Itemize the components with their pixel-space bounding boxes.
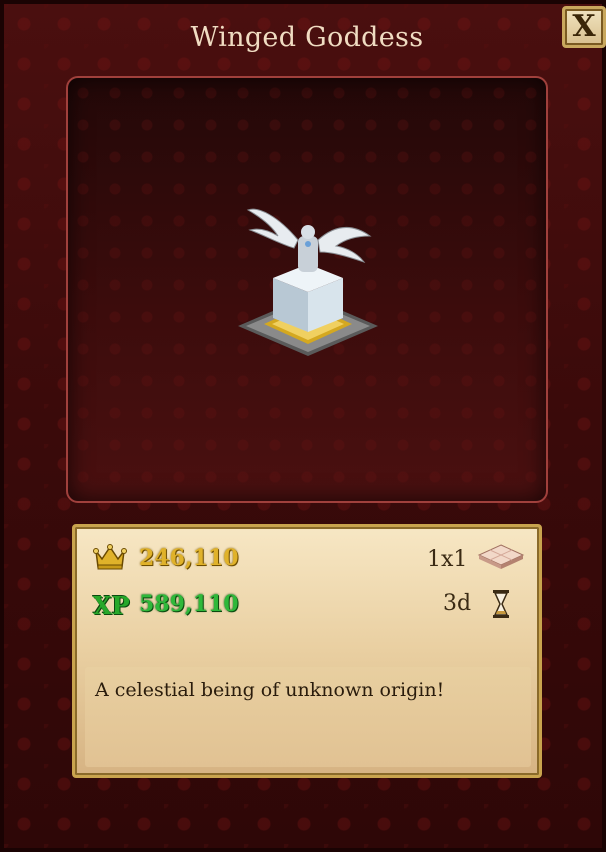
description-box: A celestial being of unknown origin! <box>85 667 531 767</box>
item-size: 1x1 <box>427 547 468 572</box>
close-button-label: X <box>572 9 596 44</box>
crown-icon <box>93 544 127 570</box>
hourglass-icon <box>493 590 509 618</box>
dialog-title: Winged Goddess <box>190 22 424 53</box>
item-info-box: 246,110 XP 589,110 1x1 3d A celestial be… <box>72 524 542 778</box>
coins-cost: 246,110 <box>139 545 239 571</box>
item-description: A celestial being of unknown origin! <box>95 679 445 701</box>
item-info-dialog: Winged Goddess X 246,110 XP 589,110 1x1 … <box>0 0 606 852</box>
tile-icon <box>477 544 525 569</box>
build-time: 3d <box>443 591 472 616</box>
item-preview <box>66 76 548 503</box>
xp-label: XP <box>93 591 130 620</box>
close-button[interactable]: X <box>562 6 606 48</box>
xp-reward: 589,110 <box>139 591 239 617</box>
winged-goddess-statue-image <box>238 208 378 356</box>
